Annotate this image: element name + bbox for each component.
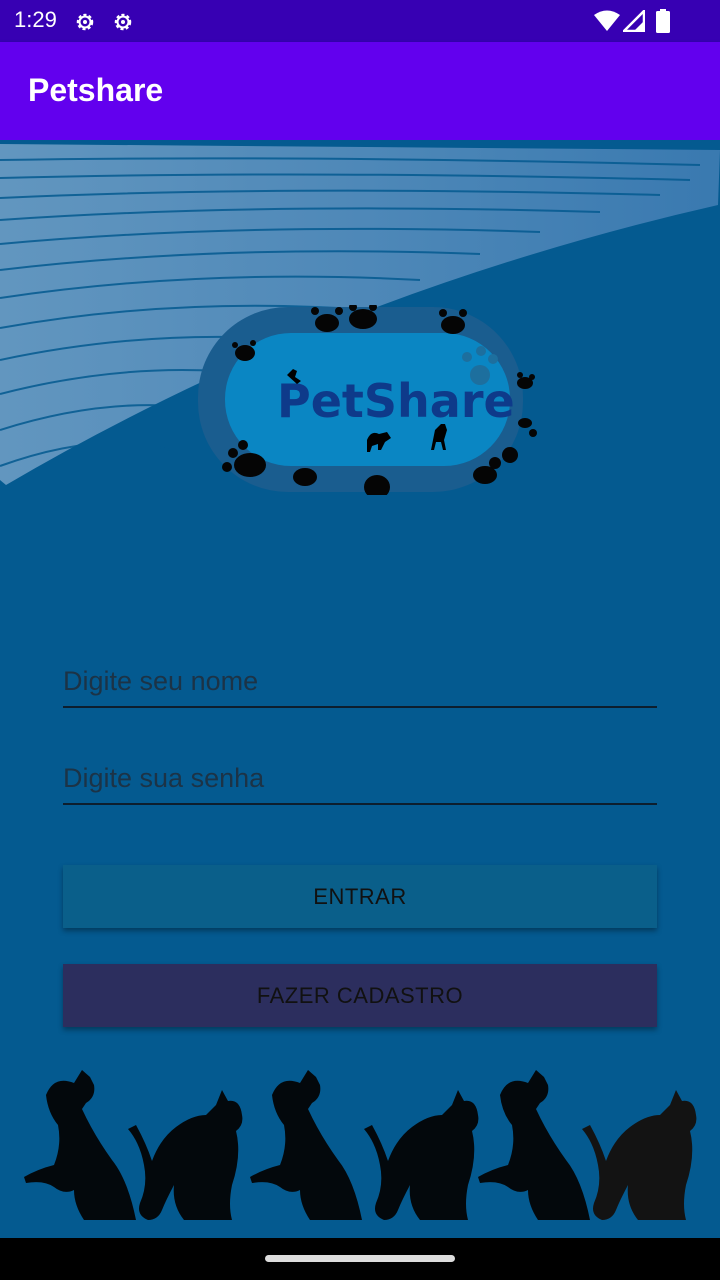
status-bar: 1:29 [0, 0, 720, 42]
logo-text: PetShare [277, 374, 515, 428]
app-bar: Petshare [0, 42, 720, 140]
cat-silhouette [364, 1090, 479, 1220]
cadastro-button-label: FAZER CADASTRO [256, 982, 464, 1008]
navigation-bar [0, 1238, 720, 1280]
cat-silhouette [582, 1090, 697, 1220]
dog-silhouette [250, 1070, 362, 1220]
battery-icon [656, 9, 670, 33]
signal-icon [623, 10, 645, 32]
entrar-button-label: ENTRAR [313, 883, 407, 909]
home-gesture-handle[interactable] [265, 1255, 455, 1262]
wifi-icon [594, 10, 620, 31]
name-input[interactable] [63, 656, 657, 706]
status-time: 1:29 [14, 7, 57, 32]
login-screen: PetShare ENTRAR FAZER CADASTRO [0, 140, 720, 1238]
cat-silhouette [128, 1090, 243, 1220]
dog-silhouette [24, 1070, 136, 1220]
cadastro-button[interactable]: FAZER CADASTRO [63, 964, 657, 1027]
password-input[interactable] [63, 753, 657, 803]
entrar-button[interactable]: ENTRAR [63, 865, 657, 928]
settings-gear-icon [114, 13, 132, 31]
app-title: Petshare [28, 72, 164, 108]
password-field[interactable] [63, 753, 657, 805]
name-field[interactable] [63, 656, 657, 708]
dog-silhouette [478, 1070, 590, 1220]
petshare-logo: PetShare [198, 305, 537, 495]
settings-gear-icon [76, 13, 94, 31]
pet-silhouettes-decoration [24, 1070, 697, 1220]
